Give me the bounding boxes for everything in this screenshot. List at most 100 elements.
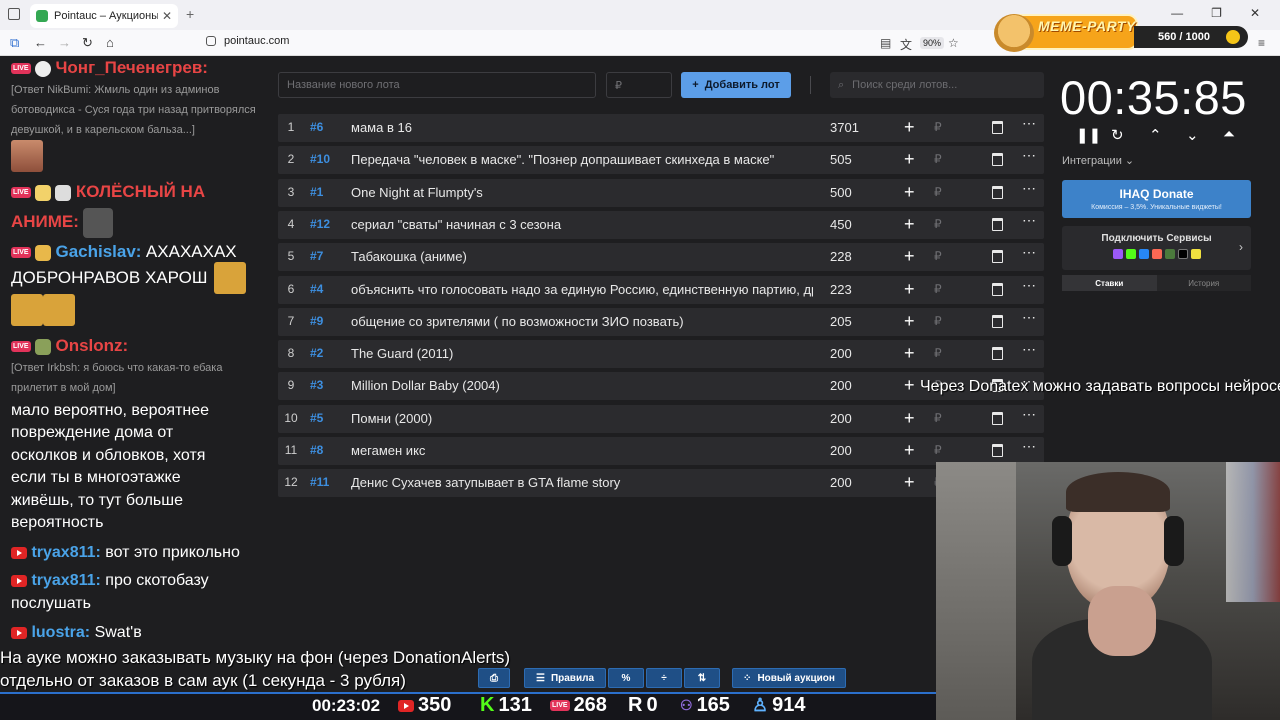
lot-row[interactable]: 8 #2 The Guard (2011) 200 + ₽ ⋯ <box>278 340 1044 369</box>
lot-name[interactable]: объяснить что голосовать надо за единую … <box>351 282 813 297</box>
chevron-up-icon[interactable]: ⌃ <box>1149 126 1162 144</box>
new-tab-icon[interactable]: + <box>186 6 194 22</box>
ruble-icon[interactable]: ₽ <box>934 185 942 199</box>
delete-icon[interactable] <box>992 282 1003 296</box>
add-bid-icon[interactable]: + <box>904 149 915 170</box>
new-lot-input[interactable]: Название нового лота <box>278 72 596 98</box>
translate-icon[interactable]: 文 <box>900 36 912 53</box>
home-icon[interactable]: ⌂ <box>106 35 114 50</box>
ruble-icon[interactable]: ₽ <box>934 120 942 134</box>
save-icon[interactable]: ⎙ <box>478 668 510 688</box>
lot-name[interactable]: мама в 16 <box>351 120 813 135</box>
sidebar-toggle-icon[interactable]: ⧉ <box>10 35 19 51</box>
add-bid-icon[interactable]: + <box>904 117 915 138</box>
lot-row[interactable]: 5 #7 Табакошка (аниме) 228 + ₽ ⋯ <box>278 243 1044 272</box>
lot-name[interactable]: Денис Сухачев затупывает в GTA flame sto… <box>351 475 813 490</box>
address-bar[interactable]: pointauc.com <box>206 35 289 47</box>
forward-icon[interactable]: → <box>58 35 71 50</box>
lot-name[interactable]: сериал "сваты" начиная с 3 сезона <box>351 217 813 232</box>
add-bid-icon[interactable]: + <box>904 408 915 429</box>
pause-icon[interactable]: ❚❚ <box>1076 126 1101 144</box>
more-options-icon[interactable]: ⋯ <box>1022 115 1037 132</box>
more-options-icon[interactable]: ⋯ <box>1022 438 1037 455</box>
percent-icon[interactable]: % <box>608 668 644 688</box>
lot-row[interactable]: 10 #5 Помни (2000) 200 + ₽ ⋯ <box>278 404 1044 433</box>
ruble-icon[interactable]: ₽ <box>934 314 942 328</box>
delete-icon[interactable] <box>992 121 1003 134</box>
more-options-icon[interactable]: ⋯ <box>1022 309 1037 326</box>
delete-icon[interactable] <box>992 250 1003 264</box>
ruble-icon[interactable]: ₽ <box>934 152 942 166</box>
rules-button[interactable]: ☰ Правила <box>524 668 606 688</box>
tab-bets[interactable]: Ставки <box>1062 275 1157 291</box>
site-info-icon[interactable] <box>206 36 216 46</box>
sort-icon[interactable]: ⇅ <box>684 668 720 688</box>
add-bid-icon[interactable]: + <box>904 440 915 461</box>
add-bid-icon[interactable]: + <box>904 246 915 267</box>
new-auction-button[interactable]: ⁘ Новый аукцион <box>732 668 846 688</box>
lot-row[interactable]: 11 #8 мегамен икс 200 + ₽ ⋯ <box>278 437 1044 465</box>
delete-icon[interactable] <box>992 314 1003 328</box>
delete-icon[interactable] <box>992 444 1003 457</box>
lot-name[interactable]: Помни (2000) <box>351 411 813 426</box>
delete-icon[interactable] <box>992 217 1003 231</box>
lot-row[interactable]: 7 #9 общение со зрителями ( по возможности… <box>278 307 1044 336</box>
add-bid-icon[interactable]: + <box>904 214 915 235</box>
more-options-icon[interactable]: ⋯ <box>1022 406 1037 423</box>
lot-name[interactable]: Передача "человек в маске". "Познер допр… <box>351 152 813 167</box>
double-chevron-up-icon[interactable]: ⏶ <box>1223 126 1235 143</box>
delete-icon[interactable] <box>992 185 1003 199</box>
ihaq-donate-button[interactable]: IHAQ Donate Комиссия – 3,5%. Уникальные … <box>1062 180 1251 218</box>
zoom-level[interactable]: 90% <box>920 37 945 49</box>
lot-name[interactable]: Million Dollar Baby (2004) <box>351 378 813 393</box>
divide-icon[interactable]: ÷ <box>646 668 682 688</box>
lot-row[interactable]: 12 #11 Денис Сухачев затупывает в GTA flam… <box>278 469 1044 498</box>
reset-icon[interactable]: ↻ <box>1111 126 1124 144</box>
close-window-icon[interactable]: ✕ <box>1250 6 1260 20</box>
ruble-icon[interactable]: ₽ <box>934 217 942 231</box>
back-icon[interactable]: ← <box>34 35 47 50</box>
lot-row[interactable]: 6 #4 объяснить что голосовать надо за един… <box>278 275 1044 304</box>
reload-icon[interactable]: ↻ <box>82 35 93 51</box>
bookmark-star-icon[interactable]: ☆ <box>948 36 959 50</box>
lot-name[interactable]: One Night at Flumpty's <box>351 185 813 200</box>
add-bid-icon[interactable]: + <box>904 472 915 493</box>
more-options-icon[interactable]: ⋯ <box>1022 277 1037 294</box>
ruble-icon[interactable]: ₽ <box>934 346 942 360</box>
menu-icon[interactable]: ≡ <box>1258 36 1265 50</box>
lot-amount-input[interactable]: ₽ <box>606 72 672 98</box>
lot-name[interactable]: общение со зрителями ( по возможности ЗИ… <box>351 314 813 329</box>
add-bid-icon[interactable]: + <box>904 375 915 396</box>
close-tab-icon[interactable]: ✕ <box>162 9 172 23</box>
lot-search-input[interactable]: ⌕ Поиск среди лотов... <box>830 72 1044 98</box>
reader-view-icon[interactable]: ▤ <box>880 36 891 50</box>
more-options-icon[interactable]: ⋯ <box>1022 212 1037 229</box>
ruble-icon[interactable]: ₽ <box>934 411 942 425</box>
ruble-icon[interactable]: ₽ <box>934 249 942 263</box>
delete-icon[interactable] <box>992 411 1003 425</box>
add-bid-icon[interactable]: + <box>904 182 915 203</box>
more-options-icon[interactable]: ⋯ <box>1022 180 1037 197</box>
lot-name[interactable]: Табакошка (аниме) <box>351 249 813 264</box>
browser-tab[interactable]: Pointauc – Аукционы, лотереи ✕ <box>30 4 178 28</box>
lot-row[interactable]: 2 #10 Передача "человек в маске". "Познер … <box>278 146 1044 175</box>
lot-row[interactable]: 1 #6 мама в 16 3701 + ₽ ⋯ <box>278 114 1044 142</box>
integrations-toggle[interactable]: Интеграции ⌄ <box>1062 154 1134 167</box>
lot-row[interactable]: 4 #12 сериал "сваты" начиная с 3 сезона 450… <box>278 210 1044 239</box>
lot-row[interactable]: 3 #1 One Night at Flumpty's 500 + ₽ ⋯ <box>278 178 1044 207</box>
chevron-down-icon[interactable]: ⌄ <box>1186 126 1199 144</box>
add-bid-icon[interactable]: + <box>904 343 915 364</box>
delete-icon[interactable] <box>992 153 1003 167</box>
ruble-icon[interactable]: ₽ <box>934 282 942 296</box>
lot-name[interactable]: мегамен икс <box>351 443 813 458</box>
delete-icon[interactable] <box>992 347 1003 361</box>
ruble-icon[interactable]: ₽ <box>934 443 942 457</box>
tab-list-icon[interactable] <box>8 8 20 20</box>
connect-services-button[interactable]: Подключить Сервисы › <box>1062 226 1251 270</box>
more-options-icon[interactable]: ⋯ <box>1022 147 1037 164</box>
more-options-icon[interactable]: ⋯ <box>1022 341 1037 358</box>
add-bid-icon[interactable]: + <box>904 279 915 300</box>
lot-name[interactable]: The Guard (2011) <box>351 346 813 361</box>
add-bid-icon[interactable]: + <box>904 311 915 332</box>
more-options-icon[interactable]: ⋯ <box>1022 244 1037 261</box>
